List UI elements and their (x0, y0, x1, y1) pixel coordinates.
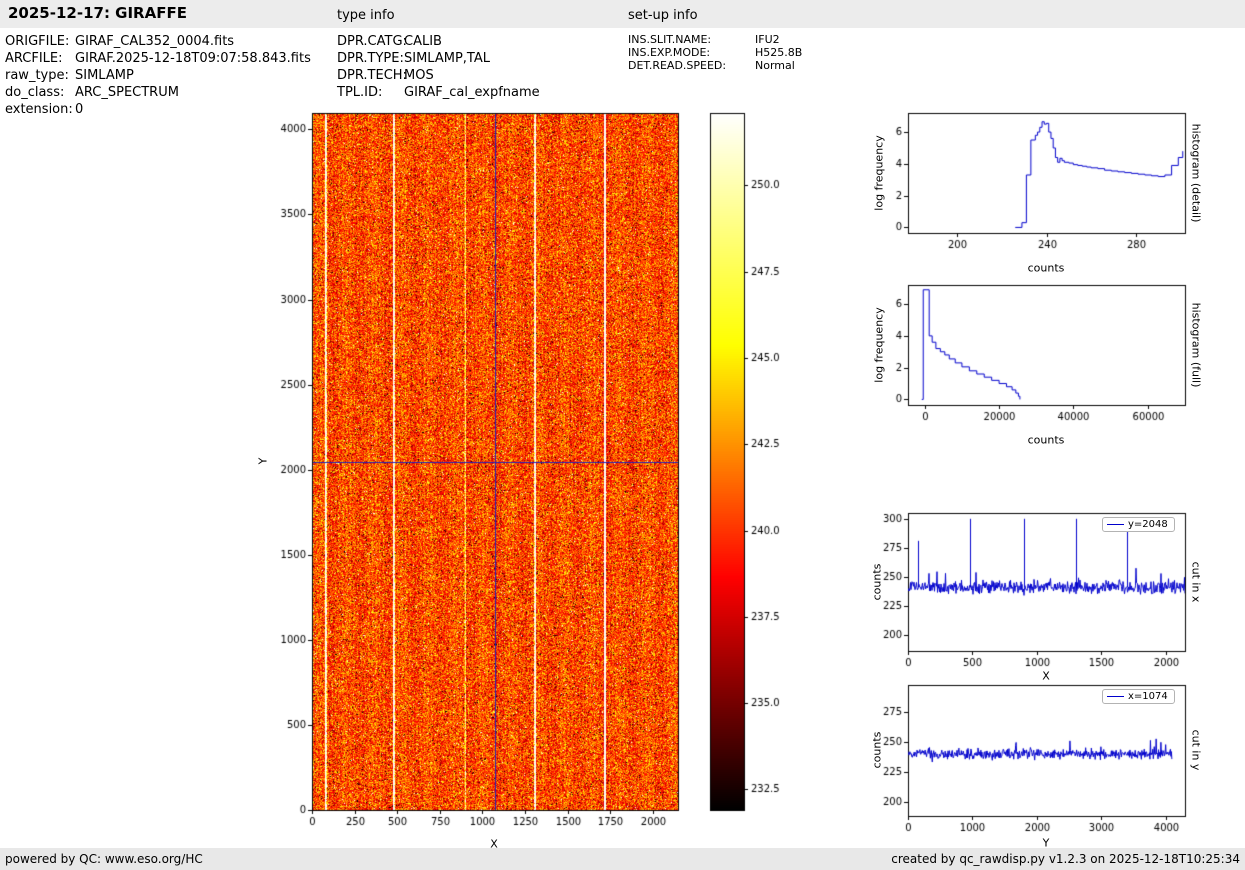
type-info-row-tplid: TPL.ID:GIRAF_cal_expfname (337, 85, 540, 100)
origfile-value: GIRAF_CAL352_0004.fits (75, 34, 234, 49)
rawtype-label: raw_type: (5, 68, 75, 83)
cut-in-y-plot (908, 685, 1185, 816)
raw-image-ylabel: Y (257, 458, 270, 465)
dprtype-value: SIMLAMP,TAL (404, 51, 490, 66)
extension-value: 0 (75, 102, 83, 117)
setup-info-heading: set-up info (628, 8, 698, 23)
dprtech-label: DPR.TECH: (337, 68, 404, 83)
extension-label: extension: (5, 102, 75, 117)
cut-in-x-plot (908, 513, 1185, 651)
cut-in-y-legend: x=1074 (1102, 689, 1175, 704)
readspeed-value: Normal (755, 59, 795, 72)
histogram-detail-plot (908, 113, 1185, 233)
cut-in-x-legend: y=2048 (1102, 517, 1175, 532)
dprcatg-value: CALIB (404, 34, 442, 49)
cut-in-x-xlabel: X (1042, 670, 1050, 683)
histogram-detail-side-label: histogram (detail) (1190, 124, 1203, 223)
file-info-row-arcfile: ARCFILE:GIRAF.2025-12-18T09:07:58.843.fi… (5, 51, 311, 66)
type-info-heading: type info (337, 8, 395, 23)
dprtype-label: DPR.TYPE: (337, 51, 404, 66)
legend-line-icon (1107, 696, 1124, 697)
cut-in-y-legend-label: x=1074 (1128, 691, 1168, 702)
slitname-label: INS.SLIT.NAME: (628, 33, 755, 46)
type-info-row-dprcatg: DPR.CATG:CALIB (337, 34, 442, 49)
file-info-row-extension: extension:0 (5, 102, 83, 117)
cut-in-x-side-label: cut in x (1190, 562, 1203, 603)
footer-created-by: created by qc_rawdisp.py v1.2.3 on 2025-… (891, 848, 1240, 870)
type-info-row-dprtype: DPR.TYPE:SIMLAMP,TAL (337, 51, 490, 66)
page-title: 2025-12-17: GIRAFFE (8, 4, 187, 22)
doclass-label: do_class: (5, 85, 75, 100)
readspeed-label: DET.READ.SPEED: (628, 59, 755, 72)
cut-in-y-ylabel: counts (871, 732, 884, 769)
setup-info-row-expmode: INS.EXP.MODE:H525.8B (628, 46, 802, 59)
histogram-full-ylabel: log frequency (873, 307, 886, 382)
footer-powered-by: powered by QC: www.eso.org/HC (5, 848, 203, 870)
slitname-value: IFU2 (755, 33, 780, 46)
tplid-value: GIRAF_cal_expfname (404, 85, 540, 100)
setup-info-row-readspeed: DET.READ.SPEED:Normal (628, 59, 795, 72)
histogram-full-xlabel: counts (1028, 434, 1065, 447)
footer-bar: powered by QC: www.eso.org/HC created by… (0, 848, 1245, 870)
origfile-label: ORIGFILE: (5, 34, 75, 49)
histogram-full-plot (908, 285, 1185, 405)
file-info-row-origfile: ORIGFILE:GIRAF_CAL352_0004.fits (5, 34, 234, 49)
expmode-label: INS.EXP.MODE: (628, 46, 755, 59)
colorbar (710, 113, 744, 810)
cut-in-x-legend-label: y=2048 (1128, 519, 1168, 530)
histogram-full-side-label: histogram (full) (1190, 303, 1203, 388)
expmode-value: H525.8B (755, 46, 802, 59)
arcfile-label: ARCFILE: (5, 51, 75, 66)
cut-in-x-ylabel: counts (871, 564, 884, 601)
cut-in-y-side-label: cut in y (1190, 730, 1203, 771)
raw-image-plot (312, 113, 678, 810)
type-info-row-dprtech: DPR.TECH:MOS (337, 68, 434, 83)
legend-line-icon (1107, 524, 1124, 525)
file-info-row-doclass: do_class:ARC_SPECTRUM (5, 85, 179, 100)
histogram-detail-xlabel: counts (1028, 262, 1065, 275)
histogram-detail-ylabel: log frequency (873, 135, 886, 210)
doclass-value: ARC_SPECTRUM (75, 85, 179, 100)
header-bar: 2025-12-17: GIRAFFE type info set-up inf… (0, 0, 1245, 28)
tplid-label: TPL.ID: (337, 85, 404, 100)
rawtype-value: SIMLAMP (75, 68, 134, 83)
arcfile-value: GIRAF.2025-12-18T09:07:58.843.fits (75, 51, 311, 66)
dprcatg-label: DPR.CATG: (337, 34, 404, 49)
setup-info-row-slit: INS.SLIT.NAME:IFU2 (628, 33, 780, 46)
dprtech-value: MOS (404, 68, 434, 83)
file-info-row-rawtype: raw_type:SIMLAMP (5, 68, 134, 83)
